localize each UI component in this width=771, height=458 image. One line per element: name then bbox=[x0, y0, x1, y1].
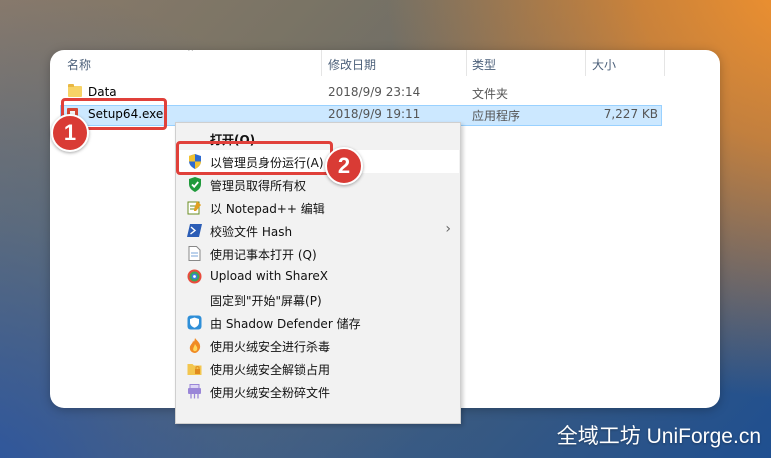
step-badge-2: 2 bbox=[325, 147, 363, 185]
notepad-icon bbox=[187, 200, 202, 215]
menu-item-file-hash[interactable]: 校验文件 Hash › bbox=[177, 219, 459, 242]
powershell-icon bbox=[187, 223, 202, 238]
submenu-arrow-icon: › bbox=[445, 221, 451, 237]
menu-item-sharex[interactable]: Upload with ShareX bbox=[177, 265, 459, 288]
sharex-icon bbox=[187, 269, 202, 284]
watermark: 全域工坊 UniForge.cn bbox=[556, 425, 761, 448]
folder-icon bbox=[68, 84, 82, 97]
file-size: 7,227 KB bbox=[603, 107, 658, 121]
shadow-defender-icon bbox=[187, 315, 202, 330]
file-modified: 2018/9/9 23:14 bbox=[328, 85, 421, 99]
menu-item-label: 管理员取得所有权 bbox=[210, 179, 307, 193]
sort-arrow-icon[interactable]: ⌃ bbox=[186, 50, 195, 59]
step-badge-1: 1 bbox=[51, 114, 89, 152]
menu-item-label: 使用火绒安全粉碎文件 bbox=[210, 386, 331, 400]
column-separator[interactable] bbox=[664, 50, 665, 76]
menu-item-take-ownership[interactable]: 管理员取得所有权 bbox=[177, 173, 459, 196]
file-type: 文件夹 bbox=[472, 87, 509, 101]
menu-item-notepadpp[interactable]: 以 Notepad++ 编辑 bbox=[177, 196, 459, 219]
column-type-header[interactable]: 类型 bbox=[472, 56, 496, 73]
column-separator[interactable] bbox=[466, 50, 467, 76]
column-modified-header[interactable]: 修改日期 bbox=[328, 56, 376, 73]
menu-item-label: Upload with ShareX bbox=[210, 269, 328, 283]
file-modified: 2018/9/9 19:11 bbox=[328, 107, 421, 121]
menu-item-label: 使用记事本打开 (Q) bbox=[210, 248, 317, 262]
shred-icon bbox=[187, 384, 202, 399]
file-type: 应用程序 bbox=[472, 109, 521, 123]
menu-item-open-with-notepad[interactable]: 使用记事本打开 (Q) bbox=[177, 242, 459, 265]
menu-item-label: 固定到"开始"屏幕(P) bbox=[210, 294, 322, 308]
document-icon bbox=[187, 246, 202, 261]
menu-item-label: 校验文件 Hash bbox=[210, 225, 293, 239]
column-size-header[interactable]: 大小 bbox=[592, 56, 616, 73]
menu-item-pin-to-start[interactable]: 固定到"开始"屏幕(P) bbox=[177, 288, 459, 311]
column-name-header[interactable]: 名称 bbox=[67, 56, 91, 73]
column-separator[interactable] bbox=[585, 50, 586, 76]
menu-item-label: 以 Notepad++ 编辑 bbox=[210, 202, 325, 216]
menu-item-label: 使用火绒安全进行杀毒 bbox=[210, 340, 331, 354]
menu-item-label: 使用火绒安全解锁占用 bbox=[210, 363, 331, 377]
column-separator[interactable] bbox=[321, 50, 322, 76]
menu-item-huorong-shred[interactable]: 使用火绒安全粉碎文件 bbox=[177, 380, 459, 403]
huorong-icon bbox=[187, 338, 202, 353]
file-name: Data bbox=[88, 85, 117, 99]
menu-item-huorong-unlock[interactable]: 使用火绒安全解锁占用 bbox=[177, 357, 459, 380]
menu-item-huorong-scan[interactable]: 使用火绒安全进行杀毒 bbox=[177, 334, 459, 357]
menu-item-shadow-defender[interactable]: 由 Shadow Defender 储存 bbox=[177, 311, 459, 334]
menu-item-label: 由 Shadow Defender 储存 bbox=[210, 317, 361, 331]
highlight-box-run-as-admin bbox=[176, 141, 333, 175]
column-header: ⌃ 名称 修改日期 类型 大小 bbox=[50, 50, 720, 76]
folder-lock-icon bbox=[187, 361, 202, 376]
green-shield-icon bbox=[187, 177, 202, 192]
